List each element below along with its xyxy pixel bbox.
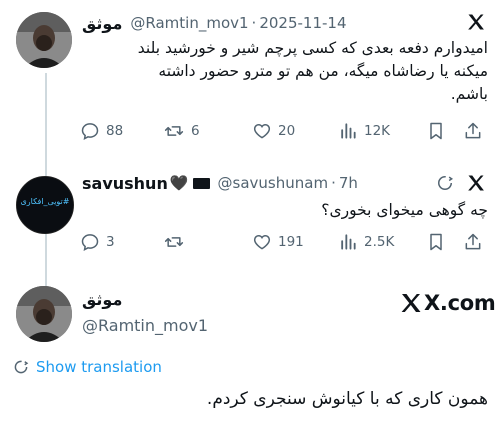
x-logo-icon[interactable] xyxy=(466,173,486,193)
avatar[interactable] xyxy=(16,286,72,342)
x-logo-icon[interactable] xyxy=(466,12,486,32)
tweet-text-line: میکنه یا رضاشاه میگه، من هم تو مترو حضور… xyxy=(158,62,488,80)
reply-count: 3 xyxy=(106,234,115,250)
tweet-header: موثق @Ramtin_mov1 · 2025-11-14 xyxy=(82,10,447,36)
black-flag-icon xyxy=(192,177,210,189)
translate-icon[interactable] xyxy=(435,173,455,193)
timestamp[interactable]: 2025-11-14 xyxy=(259,14,346,32)
avatar-photo-icon xyxy=(16,12,72,68)
like-count: 191 xyxy=(278,234,304,250)
reply-count: 88 xyxy=(106,123,124,139)
tweet-header: savushun 🖤 @savushunam · 7h xyxy=(82,170,422,196)
like-button[interactable]: 191 xyxy=(252,232,304,252)
tweet-text-line: چه گوهی میخوای بخوری؟ xyxy=(321,201,488,219)
reply-button[interactable]: 88 xyxy=(80,121,123,141)
tweet-text: چه گوهی میخوای بخوری؟ xyxy=(82,199,488,222)
main-tweet-text: همون کاری که با کیانوش سنجری کردم. xyxy=(206,389,488,409)
retweet-count: 6 xyxy=(191,123,200,139)
views-button[interactable]: 2.5K xyxy=(338,232,394,252)
avatar[interactable]: #تویی_افکاری xyxy=(16,176,74,234)
like-button[interactable]: 20 xyxy=(252,121,295,141)
display-name[interactable]: savushun xyxy=(82,174,168,193)
share-icon[interactable] xyxy=(463,121,483,145)
tweet-text: امیدوارم دفعه بعدی که کسی پرچم شیر و خور… xyxy=(82,37,488,106)
handle[interactable]: @Ramtin_mov1 xyxy=(130,14,248,32)
retweet-button[interactable]: 6 xyxy=(163,121,200,141)
show-translation-link[interactable]: Show translation xyxy=(12,358,162,376)
retweet-icon xyxy=(164,126,184,136)
separator: · xyxy=(251,14,257,32)
like-count: 20 xyxy=(278,123,296,139)
separator: · xyxy=(331,174,336,192)
handle[interactable]: @Ramtin_mov1 xyxy=(82,316,208,335)
source-label: X.com xyxy=(424,291,496,315)
x-logo-icon xyxy=(401,294,421,312)
avatar-text: #تویی_افکاری xyxy=(20,197,70,206)
display-name[interactable]: موثق xyxy=(82,14,122,33)
share-icon[interactable] xyxy=(463,232,483,256)
reply-icon xyxy=(81,234,99,252)
retweet-icon xyxy=(164,237,184,247)
retweet-button[interactable] xyxy=(163,232,191,252)
show-translation-label[interactable]: Show translation xyxy=(36,358,162,376)
translate-icon xyxy=(14,360,29,374)
heart-icon xyxy=(253,234,271,250)
bookmark-icon[interactable] xyxy=(426,232,446,256)
display-name[interactable]: موثق xyxy=(82,290,122,309)
reply-button[interactable]: 3 xyxy=(80,232,115,252)
handle[interactable]: @savushunam xyxy=(218,174,329,192)
avatar-photo-icon xyxy=(16,286,72,342)
avatar[interactable] xyxy=(16,12,72,68)
timestamp[interactable]: 7h xyxy=(339,174,358,192)
source-x-com[interactable]: X.com xyxy=(399,289,496,317)
bookmark-icon[interactable] xyxy=(426,121,446,145)
reply-icon xyxy=(81,123,99,141)
tweet-text-line: باشم. xyxy=(450,85,488,103)
views-icon xyxy=(341,123,356,139)
views-icon xyxy=(341,234,356,250)
views-button[interactable]: 12K xyxy=(338,121,390,141)
views-count: 2.5K xyxy=(364,234,395,250)
name-emoji: 🖤 xyxy=(169,174,189,192)
views-count: 12K xyxy=(364,123,391,139)
tweet-text-line: امیدوارم دفعه بعدی که کسی پرچم شیر و خور… xyxy=(137,39,488,57)
heart-icon xyxy=(253,123,271,139)
